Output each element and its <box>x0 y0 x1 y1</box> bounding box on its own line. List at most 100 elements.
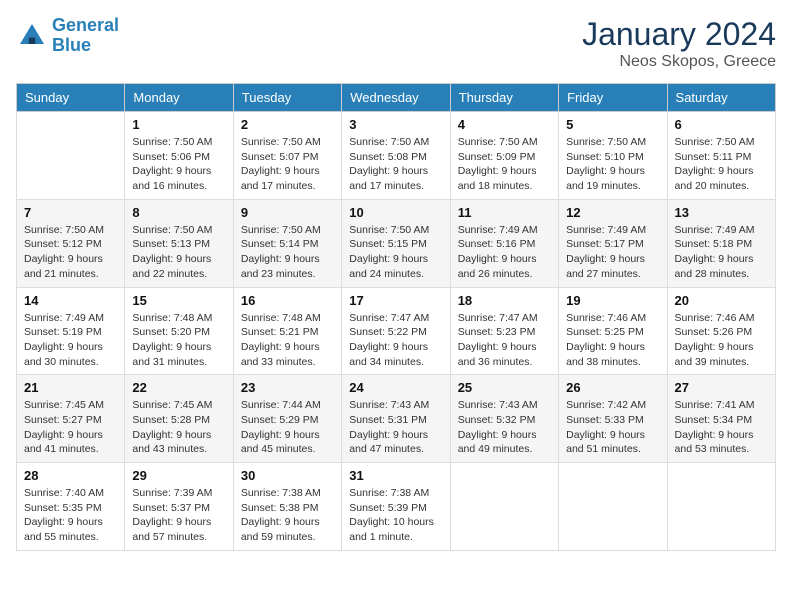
day-number: 9 <box>241 205 334 220</box>
day-number: 10 <box>349 205 442 220</box>
calendar-cell: 20Sunrise: 7:46 AMSunset: 5:26 PMDayligh… <box>667 287 775 375</box>
calendar-cell: 31 Sunrise: 7:38 AMSunset: 5:39 PMDayligh… <box>342 463 450 551</box>
day-number: 21 <box>24 380 117 395</box>
week-row-1: 1 Sunrise: 7:50 AMSunset: 5:06 PMDaylight… <box>17 112 776 200</box>
day-info: Sunrise: 7:49 AMSunset: 5:17 PMDaylight:… <box>566 223 659 282</box>
week-row-4: 21 Sunrise: 7:45 AMSunset: 5:27 PMDayligh… <box>17 375 776 463</box>
day-info: Sunrise: 7:50 AMSunset: 5:07 PMDaylight:… <box>241 135 334 194</box>
logo: General Blue <box>16 16 119 56</box>
calendar-cell: 24 Sunrise: 7:43 AMSunset: 5:31 PMDayligh… <box>342 375 450 463</box>
day-number: 31 <box>349 468 442 483</box>
day-info: Sunrise: 7:38 AMSunset: 5:39 PMDaylight:… <box>349 486 442 545</box>
weekday-header-sunday: Sunday <box>17 84 125 112</box>
day-number: 14 <box>24 293 117 308</box>
calendar-cell: 30 Sunrise: 7:38 AMSunset: 5:38 PMDayligh… <box>233 463 341 551</box>
day-info: Sunrise: 7:50 AMSunset: 5:09 PMDaylight:… <box>458 135 551 194</box>
calendar-cell <box>17 112 125 200</box>
month-title: January 2024 <box>582 16 776 53</box>
day-info: Sunrise: 7:49 AMSunset: 5:19 PMDaylight:… <box>24 311 117 370</box>
weekday-header-friday: Friday <box>559 84 667 112</box>
day-info: Sunrise: 7:49 AMSunset: 5:18 PMDaylight:… <box>675 223 768 282</box>
calendar-cell: 13 Sunrise: 7:49 AMSunset: 5:18 PMDayligh… <box>667 199 775 287</box>
day-number: 13 <box>675 205 768 220</box>
calendar-cell <box>559 463 667 551</box>
day-info: Sunrise: 7:38 AMSunset: 5:38 PMDaylight:… <box>241 486 334 545</box>
calendar-cell: 25Sunrise: 7:43 AMSunset: 5:32 PMDayligh… <box>450 375 558 463</box>
calendar-cell <box>450 463 558 551</box>
calendar-cell: 1 Sunrise: 7:50 AMSunset: 5:06 PMDaylight… <box>125 112 233 200</box>
day-info: Sunrise: 7:45 AMSunset: 5:27 PMDaylight:… <box>24 398 117 457</box>
day-info: Sunrise: 7:50 AMSunset: 5:10 PMDaylight:… <box>566 135 659 194</box>
day-number: 18 <box>458 293 551 308</box>
calendar-cell: 27 Sunrise: 7:41 AMSunset: 5:34 PMDayligh… <box>667 375 775 463</box>
day-number: 8 <box>132 205 225 220</box>
day-info: Sunrise: 7:50 AMSunset: 5:12 PMDaylight:… <box>24 223 117 282</box>
weekday-header-tuesday: Tuesday <box>233 84 341 112</box>
weekday-header-thursday: Thursday <box>450 84 558 112</box>
day-number: 19 <box>566 293 659 308</box>
logo-text: General Blue <box>52 16 119 56</box>
location-title: Neos Skopos, Greece <box>582 53 776 71</box>
calendar-cell: 12 Sunrise: 7:49 AMSunset: 5:17 PMDayligh… <box>559 199 667 287</box>
calendar-cell: 28 Sunrise: 7:40 AMSunset: 5:35 PMDayligh… <box>17 463 125 551</box>
day-number: 24 <box>349 380 442 395</box>
day-info: Sunrise: 7:48 AMSunset: 5:20 PMDaylight:… <box>132 311 225 370</box>
day-info: Sunrise: 7:46 AMSunset: 5:25 PMDaylight:… <box>566 311 659 370</box>
day-number: 2 <box>241 117 334 132</box>
calendar-cell: 3 Sunrise: 7:50 AMSunset: 5:08 PMDaylight… <box>342 112 450 200</box>
calendar-cell: 29Sunrise: 7:39 AMSunset: 5:37 PMDayligh… <box>125 463 233 551</box>
day-number: 25 <box>458 380 551 395</box>
calendar-cell: 2 Sunrise: 7:50 AMSunset: 5:07 PMDaylight… <box>233 112 341 200</box>
calendar-cell: 8Sunrise: 7:50 AMSunset: 5:13 PMDaylight… <box>125 199 233 287</box>
day-info: Sunrise: 7:50 AMSunset: 5:08 PMDaylight:… <box>349 135 442 194</box>
calendar-cell: 6Sunrise: 7:50 AMSunset: 5:11 PMDaylight… <box>667 112 775 200</box>
day-number: 30 <box>241 468 334 483</box>
day-number: 12 <box>566 205 659 220</box>
day-number: 4 <box>458 117 551 132</box>
calendar-cell: 18 Sunrise: 7:47 AMSunset: 5:23 PMDayligh… <box>450 287 558 375</box>
day-info: Sunrise: 7:47 AMSunset: 5:23 PMDaylight:… <box>458 311 551 370</box>
day-number: 22 <box>132 380 225 395</box>
day-number: 17 <box>349 293 442 308</box>
week-row-2: 7 Sunrise: 7:50 AMSunset: 5:12 PMDaylight… <box>17 199 776 287</box>
day-number: 16 <box>241 293 334 308</box>
calendar-cell: 4 Sunrise: 7:50 AMSunset: 5:09 PMDaylight… <box>450 112 558 200</box>
calendar-cell: 23Sunrise: 7:44 AMSunset: 5:29 PMDayligh… <box>233 375 341 463</box>
calendar-cell: 11 Sunrise: 7:49 AMSunset: 5:16 PMDayligh… <box>450 199 558 287</box>
day-info: Sunrise: 7:39 AMSunset: 5:37 PMDaylight:… <box>132 486 225 545</box>
day-info: Sunrise: 7:42 AMSunset: 5:33 PMDaylight:… <box>566 398 659 457</box>
day-number: 15 <box>132 293 225 308</box>
week-row-5: 28 Sunrise: 7:40 AMSunset: 5:35 PMDayligh… <box>17 463 776 551</box>
weekday-header-saturday: Saturday <box>667 84 775 112</box>
day-number: 3 <box>349 117 442 132</box>
day-number: 26 <box>566 380 659 395</box>
logo-icon <box>16 20 48 52</box>
day-number: 7 <box>24 205 117 220</box>
day-number: 27 <box>675 380 768 395</box>
day-info: Sunrise: 7:47 AMSunset: 5:22 PMDaylight:… <box>349 311 442 370</box>
weekday-header-wednesday: Wednesday <box>342 84 450 112</box>
title-area: January 2024 Neos Skopos, Greece <box>582 16 776 71</box>
calendar-cell: 10Sunrise: 7:50 AMSunset: 5:15 PMDayligh… <box>342 199 450 287</box>
day-info: Sunrise: 7:40 AMSunset: 5:35 PMDaylight:… <box>24 486 117 545</box>
weekday-header-row: SundayMondayTuesdayWednesdayThursdayFrid… <box>17 84 776 112</box>
page-header: General Blue January 2024 Neos Skopos, G… <box>16 16 776 71</box>
day-number: 23 <box>241 380 334 395</box>
day-info: Sunrise: 7:50 AMSunset: 5:06 PMDaylight:… <box>132 135 225 194</box>
day-number: 5 <box>566 117 659 132</box>
calendar-table: SundayMondayTuesdayWednesdayThursdayFrid… <box>16 83 776 551</box>
day-info: Sunrise: 7:48 AMSunset: 5:21 PMDaylight:… <box>241 311 334 370</box>
day-info: Sunrise: 7:41 AMSunset: 5:34 PMDaylight:… <box>675 398 768 457</box>
calendar-cell: 19 Sunrise: 7:46 AMSunset: 5:25 PMDayligh… <box>559 287 667 375</box>
day-info: Sunrise: 7:43 AMSunset: 5:31 PMDaylight:… <box>349 398 442 457</box>
calendar-cell: 15 Sunrise: 7:48 AMSunset: 5:20 PMDayligh… <box>125 287 233 375</box>
calendar-cell: 5 Sunrise: 7:50 AMSunset: 5:10 PMDaylight… <box>559 112 667 200</box>
day-number: 28 <box>24 468 117 483</box>
calendar-cell: 9Sunrise: 7:50 AMSunset: 5:14 PMDaylight… <box>233 199 341 287</box>
day-info: Sunrise: 7:45 AMSunset: 5:28 PMDaylight:… <box>132 398 225 457</box>
day-info: Sunrise: 7:49 AMSunset: 5:16 PMDaylight:… <box>458 223 551 282</box>
day-number: 1 <box>132 117 225 132</box>
day-info: Sunrise: 7:46 AMSunset: 5:26 PMDaylight:… <box>675 311 768 370</box>
day-number: 11 <box>458 205 551 220</box>
calendar-cell: 14 Sunrise: 7:49 AMSunset: 5:19 PMDayligh… <box>17 287 125 375</box>
